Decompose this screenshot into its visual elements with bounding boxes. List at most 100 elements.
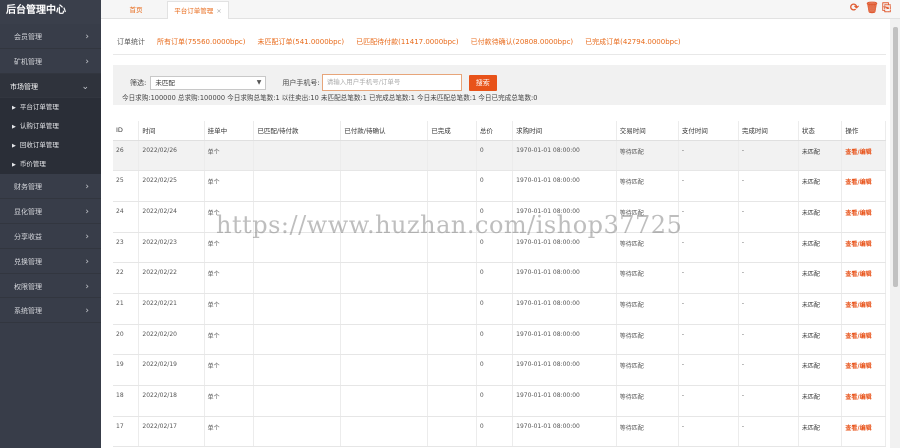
refresh-icon[interactable]: ⟳ bbox=[849, 2, 860, 14]
table-cell bbox=[340, 170, 429, 202]
scrollbar[interactable] bbox=[890, 19, 900, 448]
submenu-item-recycle-orders[interactable]: ▶ 回收订单管理 bbox=[0, 136, 101, 155]
tab-platform-orders[interactable]: 平台订单管理 × bbox=[167, 1, 229, 19]
view-edit-link[interactable]: 查看/编辑 bbox=[841, 293, 886, 325]
search-button[interactable]: 搜索 bbox=[468, 74, 497, 91]
view-edit-link[interactable]: 查看/编辑 bbox=[841, 232, 886, 264]
status-select[interactable]: 未匹配 ▼ bbox=[150, 75, 267, 90]
sidebar-item-share-income[interactable]: 分享收益 › bbox=[0, 224, 101, 249]
column-header: 支付时间 bbox=[678, 121, 739, 141]
table-cell: 0 bbox=[476, 140, 514, 172]
view-edit-link[interactable]: 查看/编辑 bbox=[841, 201, 886, 233]
view-edit-link[interactable]: 查看/编辑 bbox=[841, 416, 886, 448]
table-cell: 单个 bbox=[204, 232, 255, 264]
chevron-right-icon: › bbox=[85, 32, 89, 42]
table-cell: 2022/02/21 bbox=[138, 293, 205, 325]
main-content: 订单统计 所有订单(75560.0000bpc) 未匹配订单(541.0000b… bbox=[101, 19, 900, 448]
trash-icon[interactable]: 🗑 bbox=[865, 2, 879, 14]
submenu-label: 币价管理 bbox=[19, 160, 46, 169]
table-row: 22 2022/02/22 单个 0 1970-01-01 08:00:00 等待匹配 - -… bbox=[113, 262, 886, 294]
table-cell: 2022/02/19 bbox=[138, 354, 205, 386]
sidebar-item-market[interactable]: 市场管理 ⌄ bbox=[0, 73, 101, 99]
submenu-label: 平台订单管理 bbox=[19, 103, 59, 112]
table-cell: - bbox=[738, 293, 799, 325]
stat-paid-pending-confirm[interactable]: 已付款待确认(20808.0000bpc) bbox=[471, 37, 574, 47]
table-cell bbox=[253, 170, 342, 202]
divider bbox=[113, 54, 886, 55]
sidebar-item-label: 会员管理 bbox=[14, 33, 42, 41]
close-icon[interactable]: × bbox=[216, 7, 221, 15]
sidebar-item-display[interactable]: 显化管理 › bbox=[0, 199, 101, 224]
triangle-right-icon: ▶ bbox=[12, 124, 16, 131]
sidebar-item-label: 市场管理 bbox=[10, 82, 38, 91]
stat-matched-pending-pay[interactable]: 已匹配待付款(11417.0000bpc) bbox=[356, 37, 459, 47]
table-cell bbox=[253, 416, 342, 448]
orders-table: ID 时间 挂单中 已匹配/待付款 已付款/待确认 已完成 总价 求购时间 交易时间 支付时间 完成… bbox=[113, 121, 886, 448]
table-cell bbox=[427, 170, 477, 202]
table-header: ID 时间 挂单中 已匹配/待付款 已付款/待确认 已完成 总价 求购时间 交易时间 支付时间 完成… bbox=[113, 121, 886, 141]
view-edit-link[interactable]: 查看/编辑 bbox=[841, 354, 886, 386]
submenu-item-coin-price[interactable]: ▶ 币价管理 bbox=[0, 155, 101, 174]
column-header: 已付款/待确认 bbox=[340, 121, 429, 141]
table-cell: 单个 bbox=[204, 170, 255, 202]
table-cell: 未匹配 bbox=[798, 416, 843, 448]
table-row: 23 2022/02/23 单个 0 1970-01-01 08:00:00 等待匹配 - -… bbox=[113, 232, 886, 264]
table-cell: 18 bbox=[113, 385, 140, 417]
table-cell: 等待匹配 bbox=[616, 201, 679, 233]
table-cell: 未匹配 bbox=[798, 232, 843, 264]
table-cell: 未匹配 bbox=[798, 170, 843, 202]
table-cell: - bbox=[738, 354, 799, 386]
table-cell: 26 bbox=[113, 140, 140, 172]
table-cell bbox=[427, 354, 477, 386]
sidebar-item-exchange[interactable]: 兑换管理 › bbox=[0, 249, 101, 274]
view-edit-link[interactable]: 查看/编辑 bbox=[841, 170, 886, 202]
column-header: ID bbox=[113, 121, 140, 141]
sidebar-item-members[interactable]: 会员管理 › bbox=[0, 24, 101, 49]
sidebar-item-label: 显化管理 bbox=[14, 208, 42, 217]
view-edit-link[interactable]: 查看/编辑 bbox=[841, 262, 886, 294]
stat-unmatched[interactable]: 未匹配订单(541.0000bpc) bbox=[258, 37, 345, 47]
table-cell: 等待匹配 bbox=[616, 262, 679, 294]
table-cell: 未匹配 bbox=[798, 262, 843, 294]
table-cell: 1970-01-01 08:00:00 bbox=[512, 385, 617, 417]
scrollbar-thumb[interactable] bbox=[893, 27, 898, 287]
filter-label: 筛选: bbox=[130, 78, 147, 87]
stat-all-orders[interactable]: 所有订单(75560.0000bpc) bbox=[157, 37, 246, 47]
table-cell bbox=[427, 140, 477, 172]
table-cell: - bbox=[678, 416, 739, 448]
table-cell: 19 bbox=[113, 354, 140, 386]
table-cell: 2022/02/17 bbox=[138, 416, 205, 448]
submenu-item-subscription-orders[interactable]: ▶ 认购订单管理 bbox=[0, 117, 101, 136]
table-row: 26 2022/02/26 单个 0 1970-01-01 08:00:00 等待匹配 - -… bbox=[113, 140, 886, 172]
table-cell: 2022/02/20 bbox=[138, 324, 205, 356]
table-cell: - bbox=[738, 416, 799, 448]
table-cell: 未匹配 bbox=[798, 201, 843, 233]
table-cell: 1970-01-01 08:00:00 bbox=[512, 170, 617, 202]
table-cell: 等待匹配 bbox=[616, 354, 679, 386]
sidebar-item-permissions[interactable]: 权限管理 › bbox=[0, 274, 101, 299]
table-cell: - bbox=[678, 170, 739, 202]
view-edit-link[interactable]: 查看/编辑 bbox=[841, 140, 886, 172]
table-cell bbox=[340, 416, 429, 448]
sidebar-item-miners[interactable]: 矿机管理 › bbox=[0, 49, 101, 74]
view-edit-link[interactable]: 查看/编辑 bbox=[841, 385, 886, 417]
tab-home[interactable]: 首页 bbox=[111, 1, 161, 19]
chevron-right-icon: › bbox=[85, 256, 89, 267]
sidebar-item-label: 系统管理 bbox=[14, 307, 42, 316]
submenu-item-platform-orders[interactable]: ▶ 平台订单管理 bbox=[0, 98, 101, 117]
stat-completed[interactable]: 已完成订单(42794.0000bpc) bbox=[585, 37, 681, 47]
table-cell: 1970-01-01 08:00:00 bbox=[512, 416, 617, 448]
view-edit-link[interactable]: 查看/编辑 bbox=[841, 324, 886, 356]
table-cell: 0 bbox=[476, 324, 514, 356]
table-cell bbox=[253, 262, 342, 294]
table-cell: - bbox=[738, 140, 799, 172]
table-cell: 17 bbox=[113, 416, 140, 448]
sidebar-item-finance[interactable]: 财务管理 › bbox=[0, 174, 101, 200]
sidebar-item-system[interactable]: 系统管理 › bbox=[0, 298, 101, 324]
table-cell bbox=[427, 293, 477, 325]
search-input[interactable]: 请输入用户手机号/订单号 bbox=[321, 74, 462, 91]
table-cell bbox=[253, 201, 342, 233]
tab-label: 平台订单管理 bbox=[174, 7, 214, 15]
exit-icon[interactable]: ⎘ bbox=[881, 2, 892, 14]
sidebar: 后台管理中心 会员管理 › 矿机管理 › 市场管理 ⌄ ▶ 平台订单管理 ▶ 认购订单管理… bbox=[0, 0, 101, 448]
